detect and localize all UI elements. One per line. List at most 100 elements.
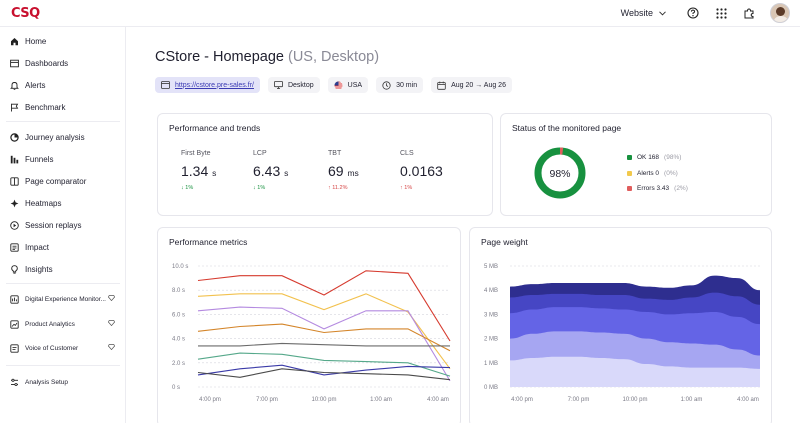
donut-center-label: 98% (549, 168, 570, 180)
device-chip-label: Desktop (287, 81, 314, 89)
metric-label: LCP (253, 150, 267, 157)
legend-ok: OK 168 (98%) (627, 154, 681, 161)
sidebar-item-label: Digital Experience Monitor... (25, 295, 106, 303)
sidebar-divider (6, 365, 120, 366)
legend-errors: Errors 3.43 (2%) (627, 185, 688, 192)
arrow-down-icon: ↓ (181, 185, 184, 191)
sidebar-divider (6, 283, 120, 284)
home-icon (10, 37, 19, 46)
help-icon[interactable] (686, 6, 700, 20)
avatar[interactable] (770, 3, 790, 23)
page-title: CStore - Homepage (US, Desktop) (155, 49, 379, 65)
monitor-icon (10, 294, 19, 304)
series-line (197, 364, 451, 376)
metric-unit: s (284, 168, 289, 178)
benchmark-icon (10, 103, 19, 112)
sidebar-item-label: Voice of Customer (25, 344, 79, 352)
status-card: Status of the monitored page 98% OK 168 … (500, 113, 772, 216)
sidebar-item-page-comparator[interactable]: Page comparator (10, 173, 86, 189)
metric-tbt[interactable]: TBT 69 ms ↑ 11.2% (328, 150, 359, 191)
y-tick-label: 4.0 s (172, 337, 185, 343)
sidebar-item-label: Insights (25, 264, 53, 274)
sidebar-divider (6, 121, 120, 122)
performance-metrics-chart[interactable]: 10.0 s 8.0 s 6.0 s 4.0 s 2.0 s 0 s 4:00 pm 7:00… (158, 228, 462, 423)
legend-swatch (627, 155, 632, 160)
metric-cls[interactable]: CLS 0.0163 ↑ 1% (400, 150, 443, 191)
sidebar-item-benchmark[interactable]: Benchmark (10, 99, 65, 115)
sidebar-item-label: Impact (25, 242, 50, 252)
funnel-icon (10, 155, 19, 164)
page-title-main: CStore - Homepage (155, 49, 284, 65)
sidebar-item-funnels[interactable]: Funnels (10, 151, 53, 167)
metric-first-byte[interactable]: First Byte 1.34 s ↓ 1% (181, 150, 216, 191)
date-range-chip-label: Aug 20 → Aug 26 (451, 81, 506, 89)
sidebar-item-analysis-setup[interactable]: Analysis Setup (10, 374, 68, 390)
y-tick-label: 10.0 s (172, 264, 188, 270)
calendar-icon (437, 81, 446, 90)
scope-selector[interactable]: Website (621, 8, 666, 18)
y-tick-label: 3 MB (484, 312, 498, 318)
analytics-icon (10, 319, 19, 329)
sidebar-item-insights[interactable]: Insights (10, 261, 53, 277)
impact-icon (10, 242, 19, 252)
metric-label: First Byte (181, 150, 211, 157)
y-tick-label: 4 MB (484, 288, 498, 294)
y-tick-label: 0 MB (484, 385, 498, 391)
puzzle-icon[interactable] (742, 6, 756, 20)
y-tick-label: 0 s (172, 385, 180, 391)
lightbulb-icon (10, 264, 19, 274)
apps-grid-icon[interactable] (714, 6, 728, 20)
metric-change: ↓ 1% (253, 185, 288, 191)
sidebar-item-label: Journey analysis (25, 132, 85, 142)
page-weight-chart[interactable]: 5 MB 4 MB 3 MB 2 MB 1 MB 0 MB 4:00 pm 7:00 pm 10… (470, 228, 773, 423)
interval-chip[interactable]: 30 min (376, 77, 424, 93)
scope-selector-label: Website (620, 8, 653, 18)
y-tick-label: 1 MB (484, 361, 498, 367)
us-flag-icon (334, 81, 343, 89)
legend-alerts: Alerts 0 (0%) (627, 170, 678, 177)
sidebar-item-journey-analysis[interactable]: Journey analysis (10, 129, 85, 145)
y-tick-label: 8.0 s (172, 288, 185, 294)
device-chip[interactable]: Desktop (267, 77, 320, 93)
country-chip[interactable]: USA (327, 77, 369, 93)
legend-pct: (2%) (674, 185, 688, 192)
y-tick-label: 2.0 s (172, 361, 185, 367)
sidebar-item-label: Alerts (25, 80, 46, 90)
sidebar-item-product-analytics[interactable]: Product Analytics (10, 316, 122, 332)
x-tick-label: 4:00 pm (511, 397, 533, 403)
metric-label: TBT (328, 150, 342, 157)
sidebar-item-impact[interactable]: Impact (10, 239, 49, 255)
voice-icon (10, 343, 19, 353)
arrow-down-icon: ↓ (253, 185, 256, 191)
y-tick-label: 2 MB (484, 337, 498, 343)
bell-icon (10, 81, 19, 90)
performance-metrics-card: Performance metrics 10.0 s 8.0 s 6.0 s 4.0 … (157, 227, 461, 423)
date-range-chip[interactable]: Aug 20 → Aug 26 (431, 77, 512, 93)
country-chip-label: USA (347, 81, 363, 89)
metric-change: ↓ 1% (181, 185, 216, 191)
metric-number: 69 (328, 163, 344, 179)
series-line (197, 323, 451, 352)
sidebar-item-heatmaps[interactable]: Heatmaps (10, 195, 61, 211)
filter-chips: https://cstore.pre-sales.fr/ Desktop USA… (155, 77, 512, 93)
metric-value: 0.0163 (400, 163, 443, 179)
x-tick-label: 4:00 am (737, 397, 759, 403)
sidebar-item-session-replays[interactable]: Session replays (10, 217, 81, 233)
status-donut-chart[interactable]: 98% (534, 147, 586, 199)
page-weight-card: Page weight 5 MB 4 MB 3 MB 2 MB 1 MB 0 MB 4:00… (469, 227, 772, 423)
metric-lcp[interactable]: LCP 6.43 s ↓ 1% (253, 150, 288, 191)
sidebar-item-home[interactable]: Home (10, 33, 46, 49)
metric-unit: ms (347, 168, 359, 178)
sidebar-item-label: Home (25, 36, 47, 46)
app-logo[interactable]: CSQ (11, 6, 40, 21)
sidebar-item-voice-of-customer[interactable]: Voice of Customer (10, 340, 122, 356)
metric-label: CLS (400, 150, 414, 157)
sidebar-item-digital-experience-monitoring[interactable]: Digital Experience Monitor... (10, 291, 122, 307)
sidebar-item-alerts[interactable]: Alerts (10, 77, 45, 93)
sidebar-item-dashboards[interactable]: Dashboards (10, 55, 68, 71)
metric-change: ↑ 11.2% (328, 185, 359, 191)
journey-icon (10, 132, 19, 142)
sidebar-item-label: Session replays (25, 220, 82, 230)
url-chip[interactable]: https://cstore.pre-sales.fr/ (155, 77, 260, 93)
premium-gem-icon (108, 320, 115, 326)
